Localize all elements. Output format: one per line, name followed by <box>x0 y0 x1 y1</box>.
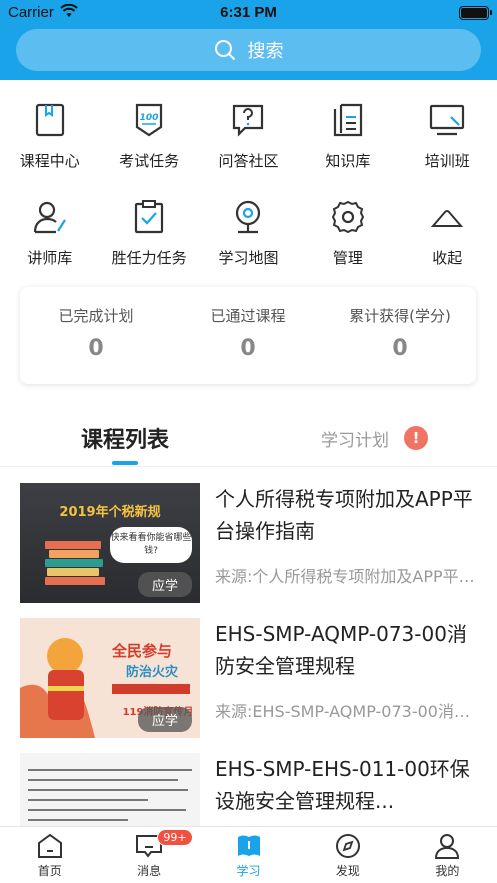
menu-course-center[interactable]: 课程中心 <box>0 96 99 193</box>
question-icon <box>228 100 268 140</box>
map-pin-icon <box>228 197 268 237</box>
status-bar: Carrier 6:31 PM <box>0 0 497 26</box>
search-placeholder: 搜索 <box>247 41 284 62</box>
required-tag: 应学 <box>137 707 192 732</box>
search-icon <box>214 40 235 61</box>
required-tag: 应学 <box>137 572 192 597</box>
menu-qa-community[interactable]: 问答社区 <box>199 96 298 193</box>
content-tabs: 课程列表 学习计划 ! <box>0 410 497 466</box>
books-illustration <box>45 541 105 586</box>
course-title: 个人所得税专项附加及APP平台操作指南 <box>215 487 473 543</box>
menu-competency-tasks[interactable]: 胜任力任务 <box>99 193 198 290</box>
tabbar-study[interactable]: 学习 <box>199 827 298 883</box>
tab-indicator <box>112 461 138 465</box>
unread-badge: 99+ <box>157 829 193 846</box>
menu-knowledge-base[interactable]: 知识库 <box>298 96 397 193</box>
thumb-title: 2019年个税新规 <box>59 505 161 520</box>
svg-text:100: 100 <box>140 113 159 123</box>
function-grid: 课程中心 100 考试任务 问答社区 知识库 培训班 讲师库 胜任力任务 学习地… <box>0 96 497 290</box>
course-thumbnail: 2019年个税新规 快来看看你能省哪些钱? 应学 <box>20 483 200 603</box>
menu-exam-tasks[interactable]: 100 考试任务 <box>99 96 198 193</box>
study-book-icon <box>237 835 260 856</box>
stat-passed-courses[interactable]: 已通过课程 0 <box>172 287 324 384</box>
clock: 6:31 PM <box>220 4 277 21</box>
divider <box>0 466 497 467</box>
stat-completed-plans[interactable]: 已完成计划 0 <box>20 287 172 384</box>
tab-study-plan[interactable]: 学习计划 <box>300 426 410 451</box>
course-title: EHS-SMP-AQMP-073-00消防安全管理规程 <box>215 622 467 678</box>
bottom-tab-bar: 首页 99+ 消息 学习 发现 我的 <box>0 826 497 883</box>
monitor-icon <box>427 100 467 140</box>
book-icon <box>30 100 70 140</box>
menu-lecturer-library[interactable]: 讲师库 <box>0 193 99 290</box>
compass-icon <box>335 834 360 858</box>
menu-training-class[interactable]: 培训班 <box>398 96 497 193</box>
menu-collapse[interactable]: 收起 <box>398 193 497 290</box>
person-icon <box>435 834 460 859</box>
knowledge-icon <box>328 100 368 140</box>
clipboard-check-icon <box>129 197 169 237</box>
svg-text:防治火灾: 防治火灾 <box>126 664 179 680</box>
course-thumbnail: 全民参与 防治火灾 119消防宣传月 应学 <box>20 618 200 738</box>
tabbar-discover[interactable]: 发现 <box>298 827 397 883</box>
course-source: 来源:个人所得税专项附加及APP平台操作指南 <box>215 567 480 586</box>
course-source: 来源:EHS-SMP-AQMP-073-00消防安全管理规程 <box>215 702 480 721</box>
stat-credits[interactable]: 累计获得(学分) 0 <box>324 287 476 384</box>
header-bar: Carrier 6:31 PM 搜索 <box>0 0 497 80</box>
course-title: EHS-SMP-EHS-011-00环保设施安全管理规程... <box>215 757 470 813</box>
course-item[interactable]: 全民参与 防治火灾 119消防宣传月 应学 EHS-SMP-AQMP-073-0… <box>20 618 480 738</box>
menu-learning-map[interactable]: 学习地图 <box>199 193 298 290</box>
tabbar-profile[interactable]: 我的 <box>398 827 497 883</box>
tabbar-messages[interactable]: 99+ 消息 <box>99 827 198 883</box>
alert-badge: ! <box>404 426 428 450</box>
teacher-icon <box>30 197 70 237</box>
battery-icon <box>459 6 492 20</box>
course-item[interactable]: 2019年个税新规 快来看看你能省哪些钱? 应学 个人所得税专项附加及APP平台… <box>20 483 480 603</box>
chevron-up-icon <box>427 197 467 237</box>
gear-icon <box>328 197 368 237</box>
search-bar[interactable]: 搜索 <box>16 29 481 71</box>
tabbar-home[interactable]: 首页 <box>0 827 99 883</box>
stats-card: 已完成计划 0 已通过课程 0 累计获得(学分) 0 <box>20 287 476 384</box>
home-icon <box>37 833 62 858</box>
tab-course-list[interactable]: 课程列表 <box>60 422 190 454</box>
exam-badge-icon: 100 <box>129 100 169 140</box>
svg-text:全民参与: 全民参与 <box>111 642 172 660</box>
menu-management[interactable]: 管理 <box>298 193 397 290</box>
thumb-bubble: 快来看看你能省哪些钱? <box>110 527 192 563</box>
